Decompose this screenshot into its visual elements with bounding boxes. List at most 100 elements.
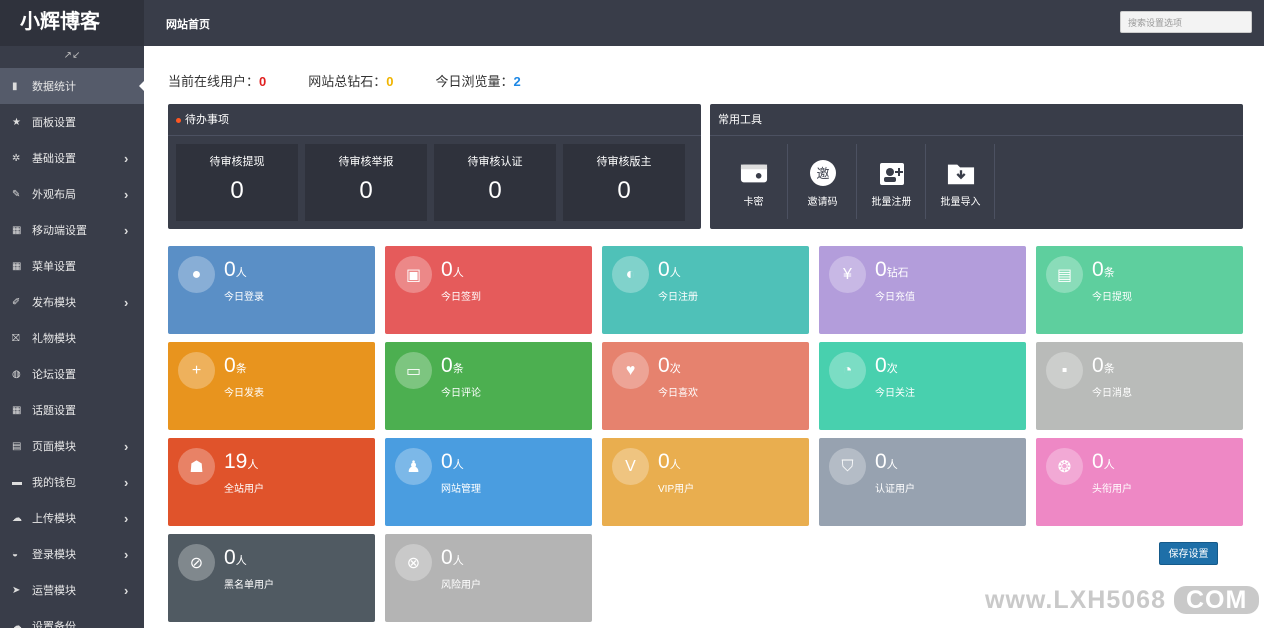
stat-card[interactable]: +0条 今日发表 [168,342,375,430]
sidebar-item-3[interactable]: ✎ 外观布局 › [0,176,144,212]
card-value: 0条 [441,354,464,378]
sidebar-item-10[interactable]: ▤ 页面模块 › [0,428,144,464]
sidebar-item-15[interactable]: ☁ 设置备份 [0,608,144,628]
plus-icon: + [178,352,215,389]
card-unit: 人 [235,267,247,279]
sidebar-nav: ▮ 数据统计 ★ 面板设置 ✲ 基础设置 › ✎ 外观布局 › ▦ 移动端设置 › ▦ 菜单设置 ✐ 发布模块 ›… [0,68,144,628]
card-unit: 条 [1103,267,1115,279]
card-unit: 人 [452,459,464,471]
sidebar-item-0[interactable]: ▮ 数据统计 [0,68,144,104]
card-value: 0人 [658,258,681,282]
card-value-number: 0 [441,546,453,569]
search-input[interactable]: 搜索设置选项 [1120,11,1252,33]
sidebar-item-7[interactable]: ⛝ 礼物模块 [0,320,144,356]
sidebar-item-6[interactable]: ✐ 发布模块 › [0,284,144,320]
card-value-number: 0 [441,258,453,281]
todo-count: 0 [488,177,502,204]
stat-card[interactable]: ▪ 0条 今日消息 [1036,342,1243,430]
sidebar-item-label: 礼物模块 [32,333,76,345]
sidebar-item-label: 话题设置 [32,405,76,417]
user-icon: ● [178,256,215,293]
tool-item[interactable]: 批量注册 [858,144,926,219]
sidebar-item-label: 面板设置 [32,117,76,129]
stat-card[interactable]: ▤ 0条 今日提现 [1036,246,1243,334]
cloud-icon: ☁ [12,620,22,628]
sidebar-item-14[interactable]: ➤ 运营模块 › [0,572,144,608]
chevron-right-icon: › [124,294,129,310]
tool-item[interactable]: 批量导入 [927,144,995,219]
import-folder-icon [947,159,975,187]
chevron-right-icon: › [124,546,129,562]
card-value-number: 19 [224,450,248,473]
todo-item[interactable]: 待审核版主 0 [563,144,685,221]
sidebar-item-8[interactable]: ◍ 论坛设置 [0,356,144,392]
card-value: 0人 [441,258,464,282]
card-label: 今日提现 [1092,292,1132,303]
today-views-stat: 今日浏览量：2 [436,71,521,90]
gift-icon: ⛝ [12,332,20,344]
stat-card[interactable]: ◔ 0次 今日关注 [819,342,1026,430]
stat-card[interactable]: ¥0钻石 今日充值 [819,246,1026,334]
todo-item[interactable]: 待审核认证 0 [434,144,556,221]
card-value-number: 0 [441,450,453,473]
shield-icon: ⛉ [829,448,866,485]
tool-item[interactable]: 卡密 [720,144,788,219]
chevron-right-icon: › [124,186,129,202]
todo-panel-title: 待办事项 [168,104,701,136]
card-unit: 人 [886,459,898,471]
card-value-number: 0 [875,258,887,281]
stat-card[interactable]: ♟ 0人 网站管理 [385,438,592,526]
sidebar-item-9[interactable]: ▦ 话题设置 [0,392,144,428]
sidebar-item-11[interactable]: ▬ 我的钱包 › [0,464,144,500]
tool-item[interactable]: 邀邀请码 [789,144,857,219]
todo-item[interactable]: 待审核举报 0 [305,144,427,221]
stat-card[interactable]: ⛉ 0人 认证用户 [819,438,1026,526]
card-value-number: 0 [441,354,453,377]
stat-card[interactable]: ⊗ 0人 风险用户 [385,534,592,622]
chevron-right-icon: › [124,582,129,598]
admin-icon: ♟ [395,448,432,485]
sidebar-item-1[interactable]: ★ 面板设置 [0,104,144,140]
stat-card[interactable]: V 0人 VIP用户 [602,438,809,526]
stat-card[interactable]: ♥ 0次 今日喜欢 [602,342,809,430]
card-value-number: 0 [224,546,236,569]
save-settings-button[interactable]: 保存设置 [1159,542,1218,565]
sidebar-item-13[interactable]: ◒ 登录模块 › [0,536,144,572]
sidebar-item-label: 设置备份 [32,621,76,628]
status-dot-icon [176,117,181,123]
sidebar-item-label: 登录模块 [32,549,76,561]
tool-label: 邀请码 [807,197,838,208]
watermark-badge: COM [1173,586,1260,614]
todo-item[interactable]: 待审核提现 0 [176,144,298,221]
page-title[interactable]: 网站首页 [166,16,210,32]
card-unit: 人 [669,459,681,471]
stat-card[interactable]: ❂ 0人 头衔用户 [1036,438,1243,526]
card-value-number: 0 [1092,354,1104,377]
stat-card[interactable]: ▭ 0条 今日评论 [385,342,592,430]
sidebar-item-label: 外观布局 [32,189,76,201]
bar-chart-icon: ▮ [12,80,18,92]
card-label: 今日发表 [224,388,264,399]
watermark-text: www.LXH5068 [985,586,1166,614]
stat-card[interactable]: ◐ 0人 今日注册 [602,246,809,334]
collapse-arrows-icon[interactable]: ↗↙ [0,46,144,68]
site-logo[interactable]: 小辉博客 [0,0,144,46]
card-value: 0人 [224,546,247,570]
stat-card[interactable]: ● 0人 今日登录 [168,246,375,334]
stat-label: 当前在线用户： [168,74,260,89]
send-icon: ➤ [12,584,21,596]
online-users-stat: 当前在线用户：0 [168,71,266,90]
grid-icon: ▦ [12,404,22,416]
todo-label: 待审核认证 [467,156,523,168]
sidebar-item-12[interactable]: ☁ 上传模块 › [0,500,144,536]
stat-card[interactable]: ▣ 0人 今日签到 [385,246,592,334]
stat-card[interactable]: ☗ 19人 全站用户 [168,438,375,526]
sidebar-item-5[interactable]: ▦ 菜单设置 [0,248,144,284]
risk-user-icon: ⊗ [395,544,432,581]
sidebar-item-2[interactable]: ✲ 基础设置 › [0,140,144,176]
chevron-right-icon: › [124,438,129,454]
sidebar-item-label: 上传模块 [32,513,76,525]
sidebar-item-4[interactable]: ▦ 移动端设置 › [0,212,144,248]
stat-card[interactable]: ⊘ 0人 黑名单用户 [168,534,375,622]
card-label: 黑名单用户 [224,580,274,591]
